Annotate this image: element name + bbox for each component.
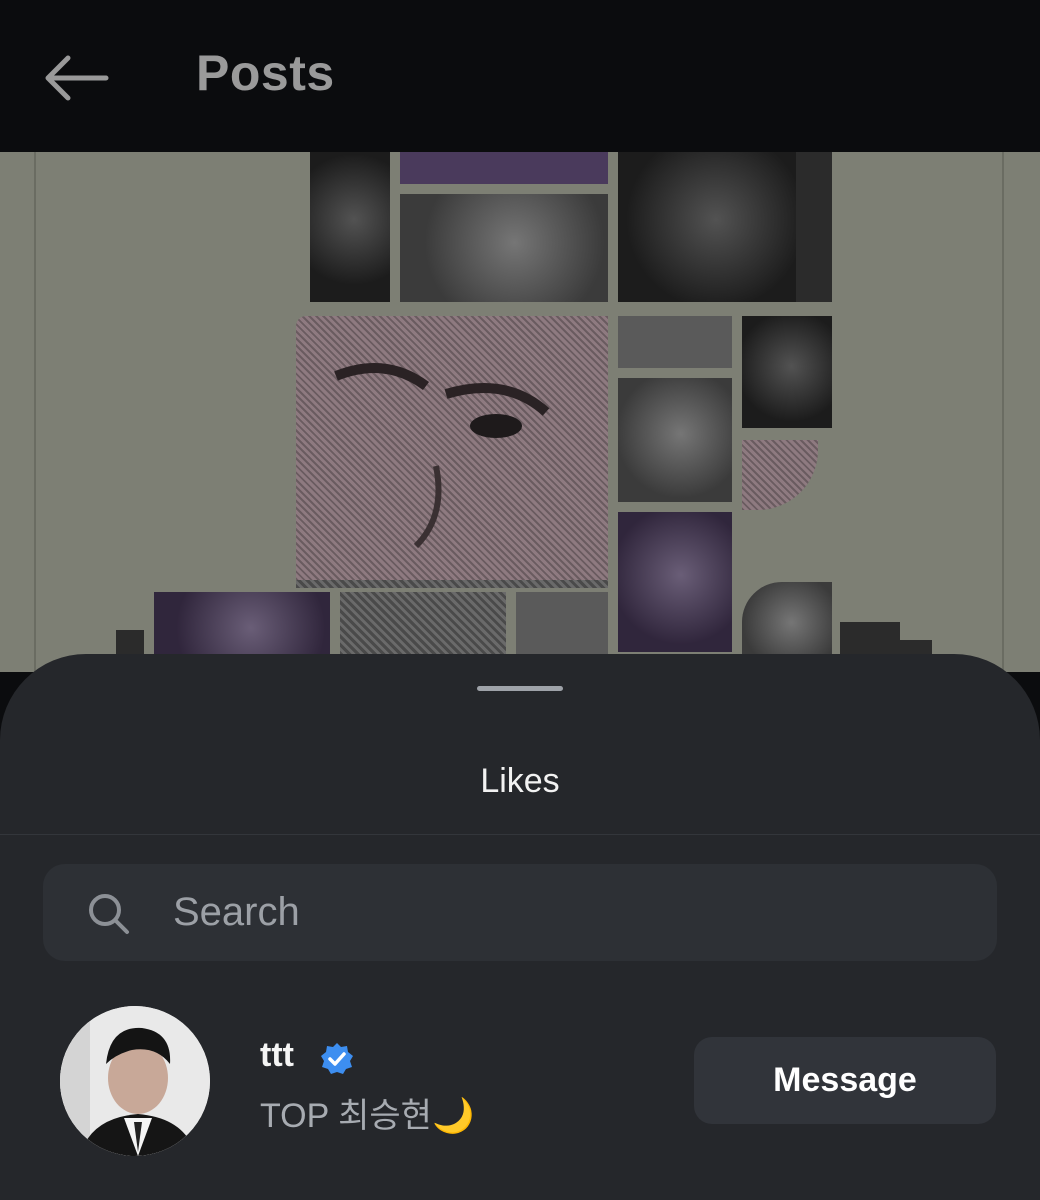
page-title: Posts bbox=[196, 45, 335, 101]
search-icon bbox=[89, 894, 129, 934]
likes-sheet: Likes Search ttt TOP 최승현🌙 Message bbox=[0, 654, 1040, 1200]
search-field[interactable]: Search bbox=[43, 864, 997, 961]
sheet-drag-handle[interactable] bbox=[477, 686, 563, 691]
message-button[interactable]: Message bbox=[694, 1037, 996, 1124]
avatar-photo bbox=[60, 1006, 210, 1156]
list-item[interactable]: ttt TOP 최승현🌙 Message bbox=[0, 1004, 1040, 1156]
face-illustration bbox=[334, 363, 550, 549]
divider bbox=[0, 834, 1040, 835]
top-bar: Posts bbox=[0, 0, 1040, 152]
username[interactable]: ttt bbox=[260, 1036, 294, 1075]
search-input[interactable]: Search bbox=[173, 864, 300, 961]
display-name: TOP 최승현🌙 bbox=[260, 1097, 475, 1135]
sheet-title: Likes bbox=[480, 762, 560, 800]
avatar[interactable] bbox=[60, 1006, 210, 1156]
verified-badge-icon bbox=[321, 1043, 353, 1074]
back-button[interactable] bbox=[40, 50, 112, 106]
arrow-left-icon bbox=[45, 55, 109, 101]
post-image bbox=[0, 152, 1040, 672]
